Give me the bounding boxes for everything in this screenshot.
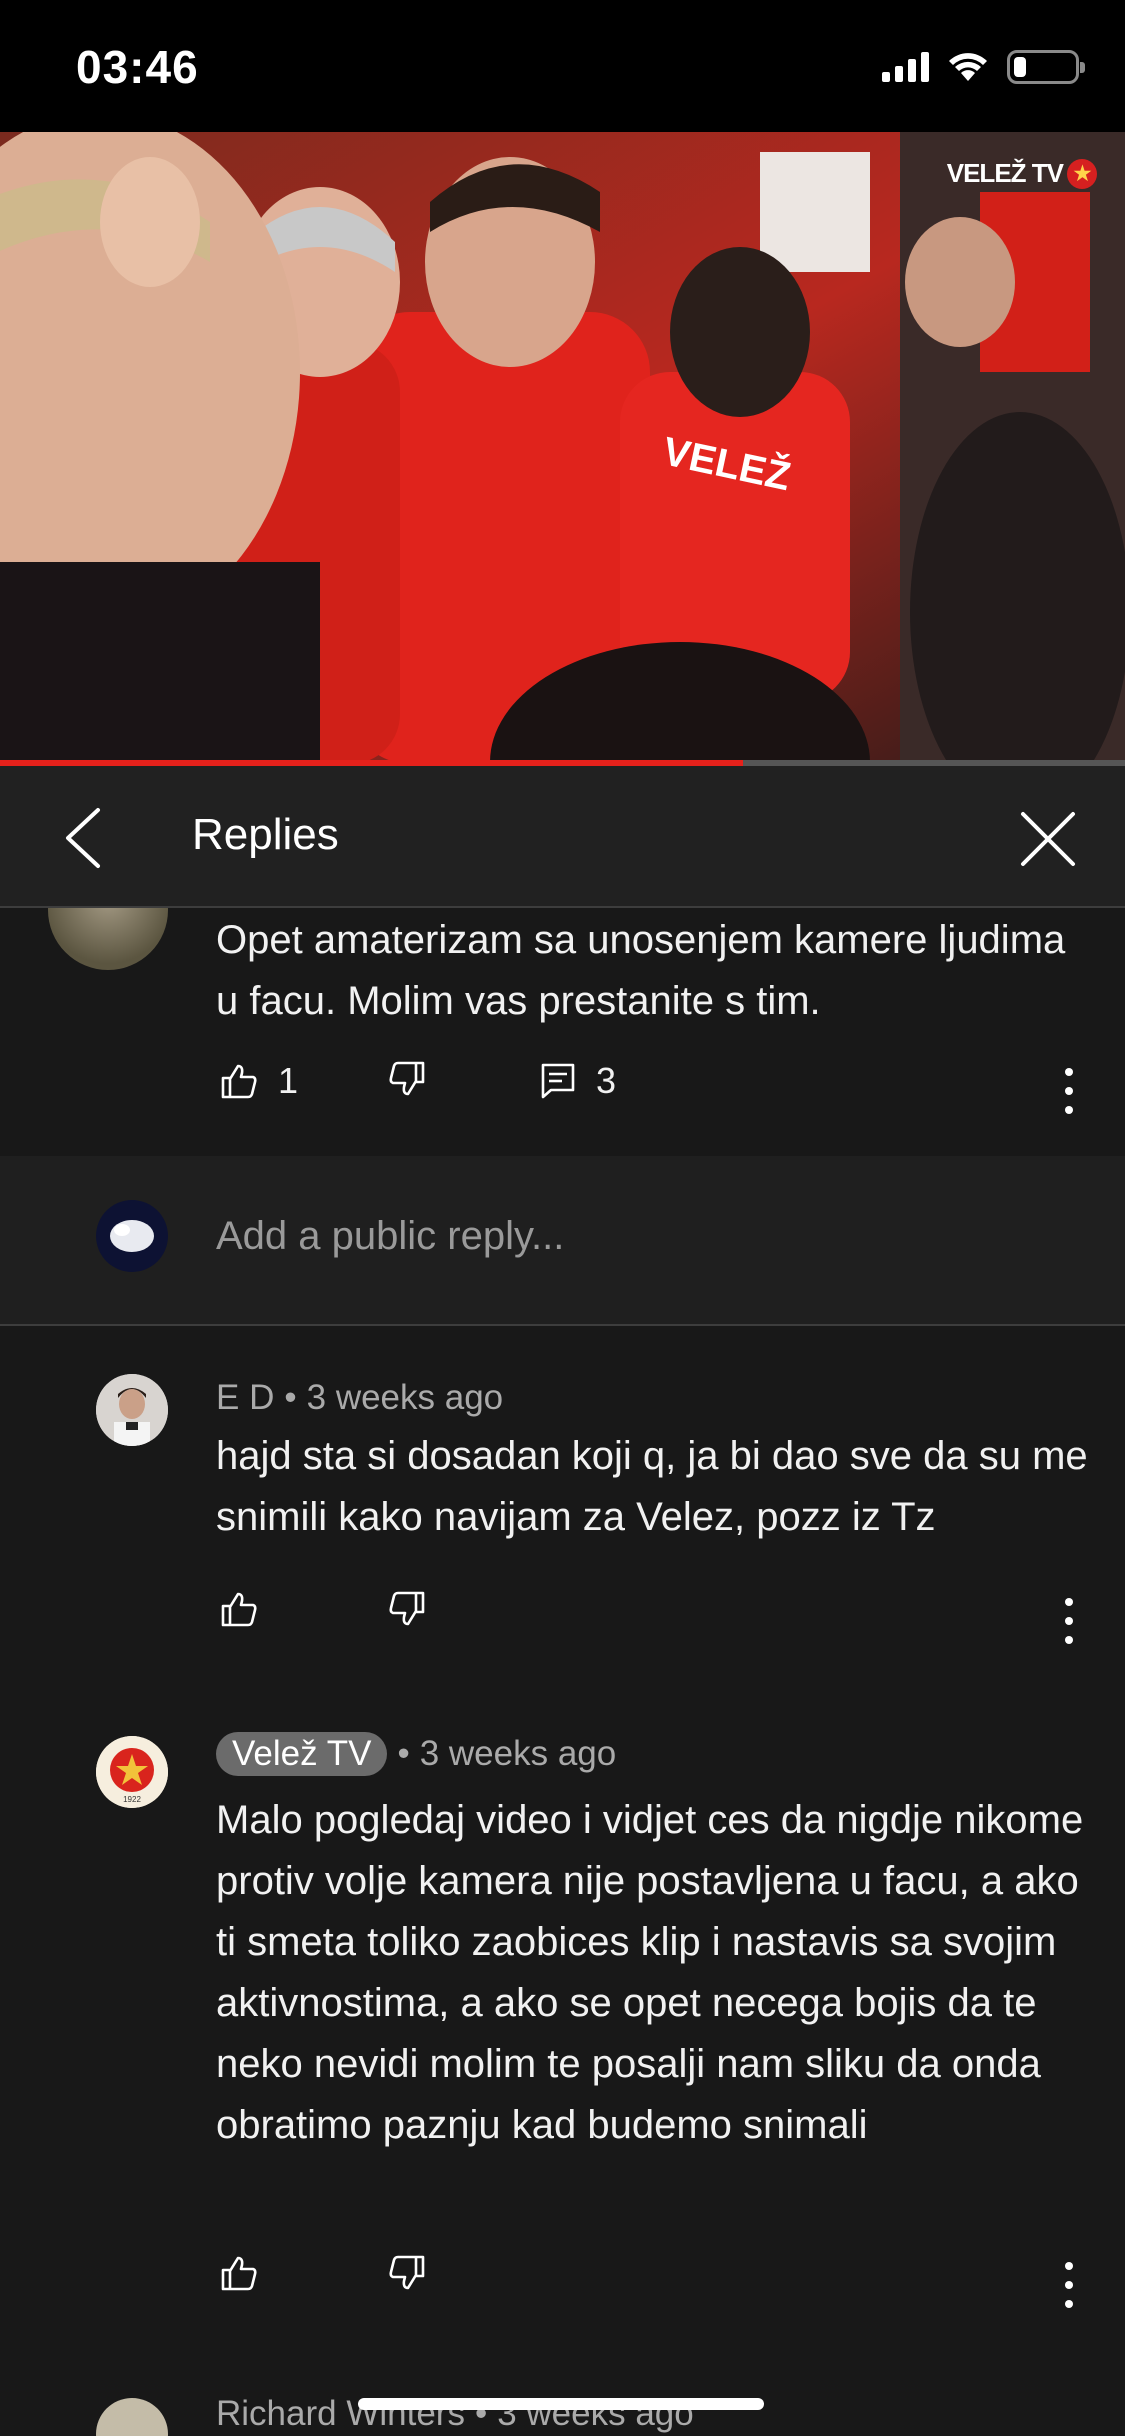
like-button[interactable] [220,1590,258,1628]
video-player[interactable]: VELEŽ VELEŽ TV ★ [0,132,1125,764]
avatar[interactable] [96,1374,168,1446]
comment-text: hajd sta si dosadan koji q, ja bi dao sv… [216,1434,1088,1539]
reply-meta: E D • 3 weeks ago [216,1378,503,1418]
channel-watermark: VELEŽ TV ★ [947,158,1097,189]
video-frame: VELEŽ [0,132,1125,764]
reply-item: E D • 3 weeks ago hajd sta si dosadan ko… [0,1326,1125,1686]
dislike-button[interactable] [388,2254,426,2292]
avatar[interactable] [48,908,168,970]
thumbs-up-icon [221,2256,257,2291]
watermark-text: VELEŽ TV [946,158,1064,188]
replies-header: Replies [0,766,1125,908]
timestamp: 3 weeks ago [306,1378,504,1417]
thumbs-up-icon [221,1592,257,1627]
status-icons [882,50,1085,84]
replies-title: Replies [192,810,339,859]
reply-input-row[interactable]: Add a public reply... [0,1156,1125,1326]
reply-meta: Velež TV • 3 weeks ago [216,1732,616,1776]
more-options-icon[interactable] [1065,2262,1075,2308]
reply-count: 3 [596,1060,617,1101]
battery-level [1014,57,1026,77]
comment-text: Opet amaterizam sa unosenjem kamere ljud… [216,918,1066,1023]
avatar[interactable] [96,2398,168,2436]
dislike-button[interactable] [388,1590,426,1628]
thumbs-up-icon [221,1064,257,1099]
replies-count-button[interactable]: 3 [540,1060,616,1102]
status-bar: 03:46 [0,0,1125,132]
wifi-icon [949,53,987,81]
thumbs-down-icon [389,1591,425,1626]
separator-dot: • [284,1378,297,1417]
more-options-icon[interactable] [1065,1598,1075,1644]
thumbs-down-icon [389,1061,425,1096]
dislike-button[interactable] [388,1060,426,1098]
avatar[interactable]: 1922 [96,1736,168,1808]
battery-icon [1007,50,1085,84]
timestamp: 3 weeks ago [419,1734,617,1773]
comment-actions [0,1590,1125,1650]
parent-comment: Opet amaterizam sa unosenjem kamere ljud… [0,908,1125,1156]
comment-actions [0,2254,1125,2314]
like-count: 1 [278,1060,299,1101]
separator-dot: • [397,1734,410,1773]
author-name[interactable]: E D [216,1378,274,1418]
cellular-signal-icon [882,52,929,82]
reply-item: 1922 Velež TV • 3 weeks ago Malo pogleda… [0,1686,1125,2308]
comment-actions: 1 3 [0,1060,1125,1120]
home-indicator[interactable] [358,2398,764,2410]
thumbs-down-icon [389,2255,425,2290]
reply-input[interactable]: Add a public reply... [216,1214,564,1259]
comment-text: Malo pogledaj video i vidjet ces da nigd… [216,1798,1084,2147]
channel-owner-badge[interactable]: Velež TV [216,1732,388,1776]
back-arrow-icon[interactable] [56,806,116,870]
close-icon[interactable] [1019,810,1077,868]
more-options-icon[interactable] [1065,1068,1075,1114]
svg-text:1922: 1922 [123,1795,141,1804]
like-button[interactable] [220,2254,258,2292]
star-logo-icon: ★ [1067,158,1097,189]
user-avatar [96,1200,168,1272]
status-time: 03:46 [76,41,199,93]
comment-icon [541,1063,575,1099]
like-button[interactable]: 1 [220,1060,298,1102]
